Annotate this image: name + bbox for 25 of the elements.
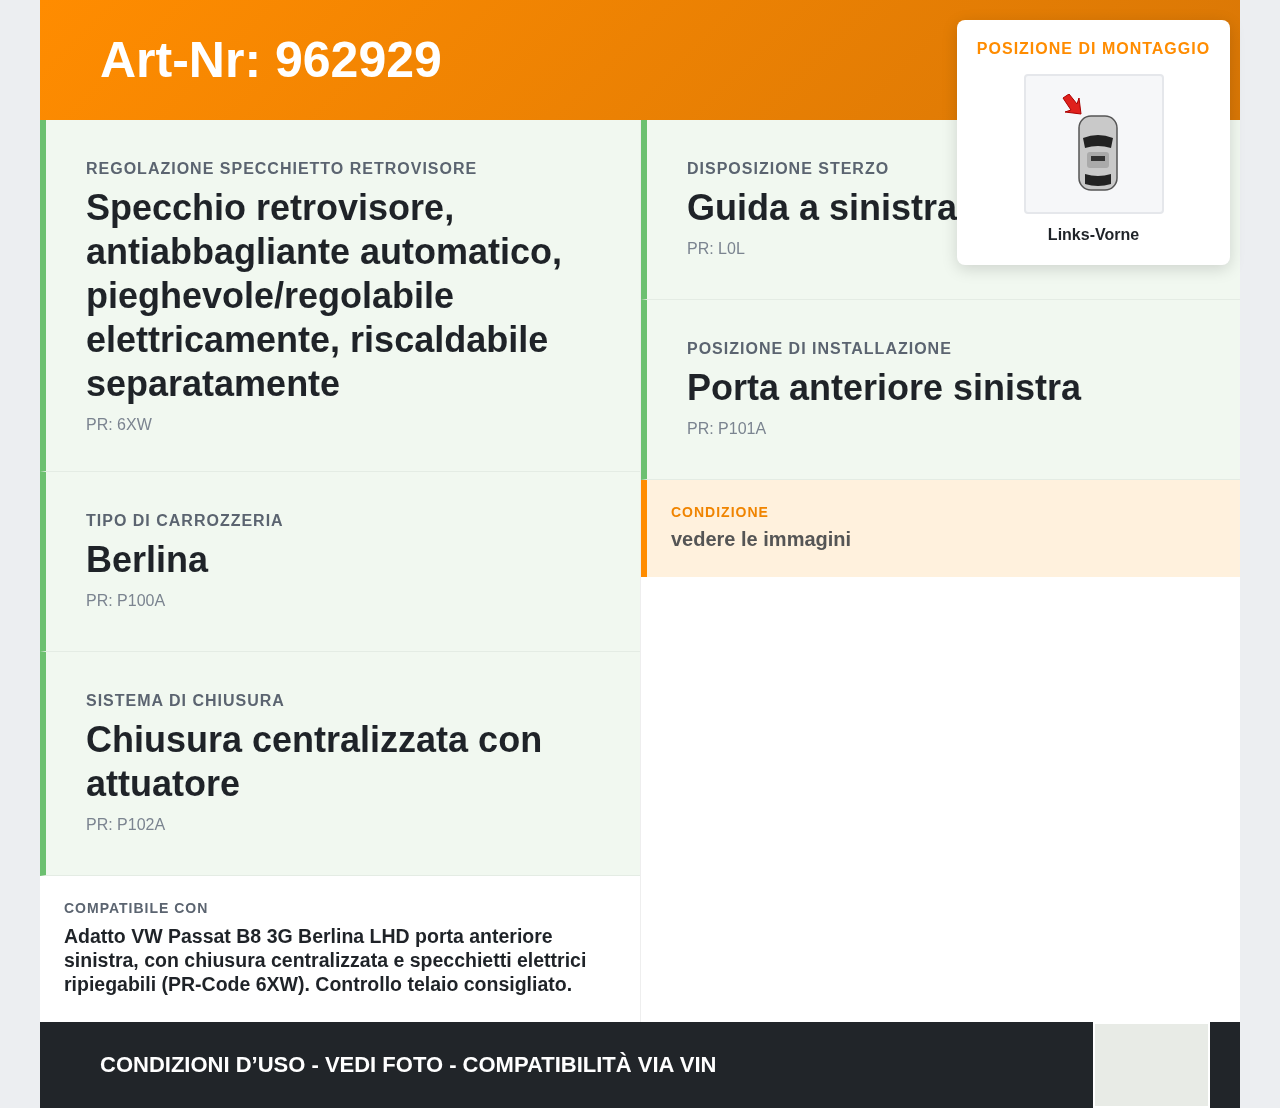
condition-label: CONDIZIONE <box>671 504 770 520</box>
arrow-icon <box>1062 94 1081 115</box>
spec-value: Porta anteriore sinistra <box>687 366 1083 410</box>
spec-label: POSIZIONE DI INSTALLAZIONE <box>687 340 953 358</box>
pr-code: PR: P101A <box>687 420 768 438</box>
spec-value: Chiusura centralizzata con attuatore <box>86 718 544 806</box>
article-number-title: Art-Nr: 962929 <box>100 31 442 89</box>
mounting-position-title: POSIZIONE DI MONTAGGIO <box>976 40 1211 58</box>
spec-label: TIPO DI CARROZZERIA <box>86 512 285 530</box>
spec-value: Berlina <box>86 538 210 582</box>
mounting-position-caption: Links-Vorne <box>1047 226 1140 244</box>
pr-code: PR: P100A <box>86 592 167 610</box>
condition-value: vedere le immagini <box>671 528 853 551</box>
spec-label: REGOLAZIONE SPECCHIETTO RETROVISORE <box>86 160 479 178</box>
car-icon <box>1077 115 1118 191</box>
spec-value: Specchio retrovisore, antiabbagliante automatico, pieghevole/regolabile elettricamente, riscaldabile separatamente <box>86 186 564 406</box>
spec-value: Guida a sinistra <box>687 186 959 230</box>
spec-label: SISTEMA DI CHIUSURA <box>86 692 286 710</box>
compatibility-text: Adatto VW Passat B8 3G Berlina LHD porta anteriore sinistra, con chiusura centralizzata e specchietti elettrici ripiegabili (PR-Code 6XW). Controllo telaio consigliato. <box>64 924 588 996</box>
pr-code: PR: 6XW <box>86 416 153 434</box>
spec-label: DISPOSIZIONE STERZO <box>687 160 891 178</box>
pr-code: PR: P102A <box>86 816 167 834</box>
footer-text: CONDIZIONI D’USO - VEDI FOTO - COMPATIBILITÀ VIA VIN <box>100 1052 717 1078</box>
compatibility-label: COMPATIBILE CON <box>64 900 210 916</box>
pr-code: PR: L0L <box>687 240 746 258</box>
